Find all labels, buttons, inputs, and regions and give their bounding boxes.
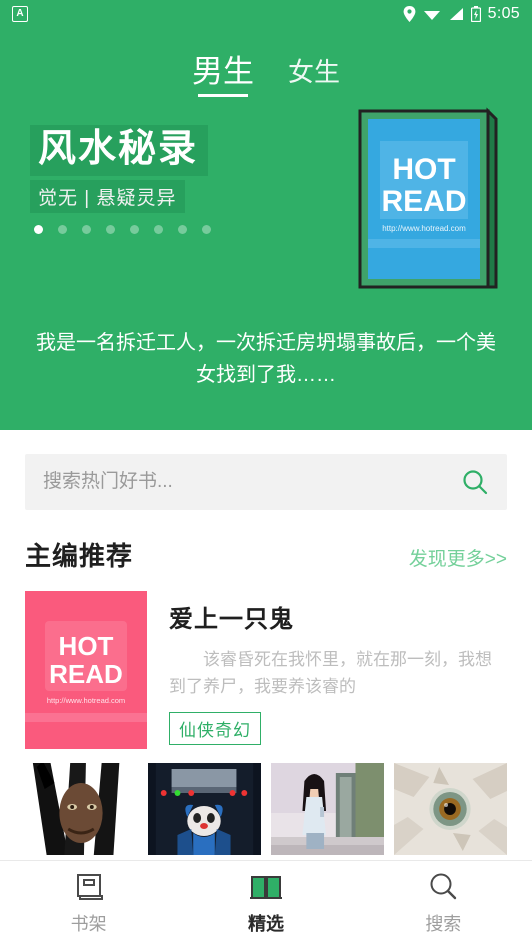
thumbnail-blue-clown-horror-cover[interactable] [148, 763, 261, 855]
hero-body[interactable]: 风水秘录 觉无 | 悬疑灵异 HOT READ http://www.hotre… [0, 99, 532, 386]
featured-book-title: 爱上一只鬼 [169, 606, 294, 633]
thumbnail-girl-on-bridge-cover[interactable] [271, 763, 384, 855]
hero-subtitle: 觉无 | 悬疑灵异 [30, 180, 185, 214]
status-bar-clock: 5:05 [487, 5, 520, 22]
status-bar-left: A [12, 6, 28, 22]
hero-description: 我是一名拆迁工人，一次拆迁房坍塌事故后，一个美女找到了我…… [36, 332, 496, 386]
tab-male[interactable]: 男生 [192, 46, 254, 99]
tab-female[interactable]: 女生 [288, 52, 340, 99]
app-badge-icon: A [12, 6, 28, 22]
tab-female-label: 女生 [287, 57, 340, 87]
nav-item-bookshelf[interactable]: 书架 [0, 861, 177, 944]
search-bar[interactable] [25, 454, 507, 510]
svg-text:READ: READ [49, 659, 123, 689]
carousel-dot[interactable] [58, 225, 67, 235]
nav-item-featured[interactable]: 精选 [177, 861, 354, 944]
search-input[interactable] [43, 471, 461, 493]
carousel-dots[interactable] [30, 225, 211, 235]
bottom-navigation: 书架 精选 搜索 [0, 860, 532, 944]
nav-label-search: 搜索 [425, 913, 462, 934]
location-pin-icon [403, 6, 416, 22]
status-bar: A 5:05 [0, 0, 532, 28]
carousel-dot[interactable] [154, 225, 163, 235]
nav-label-bookshelf: 书架 [70, 913, 107, 934]
hero-text-block: 风水秘录 觉无 | 悬疑灵异 [30, 125, 211, 235]
search-section [0, 430, 532, 510]
bookshelf-icon [73, 870, 105, 904]
featured-book-item[interactable]: HOT READ http://www.hotread.com 爱上一只鬼 该睿… [0, 585, 532, 749]
carousel-dot[interactable] [202, 225, 211, 235]
thumbnail-row [0, 749, 532, 855]
open-book-icon [249, 870, 283, 904]
section-header: 主编推荐 发现更多>> [0, 510, 532, 585]
signal-icon [448, 6, 464, 22]
svg-text:http://www.hotread.com: http://www.hotread.com [382, 224, 466, 233]
search-icon[interactable] [461, 468, 489, 496]
gender-tab-bar: 男生 女生 [0, 28, 532, 99]
svg-text:HOT: HOT [59, 631, 114, 661]
thumbnail-wolverine-claw-face-cover[interactable] [25, 763, 138, 855]
featured-book-info: 爱上一只鬼 该睿昏死在我怀里，就在那一刻，我想到了养尸，我要养该睿的 仙侠奇幻 [169, 591, 507, 749]
battery-icon [470, 6, 481, 22]
hero-title: 风水秘录 [30, 125, 209, 177]
hero-banner: 男生 女生 风水秘录 觉无 | 悬疑灵异 HOT READ http://www… [0, 28, 532, 430]
section-title: 主编推荐 [25, 541, 134, 571]
svg-text:http://www.hotread.com: http://www.hotread.com [47, 696, 125, 705]
search-icon [427, 870, 459, 904]
app-screen: A 5:05 男生 女生 风水秘录 觉无 | 悬疑灵异 HOT READ htt… [0, 0, 532, 944]
carousel-dot[interactable] [106, 225, 115, 235]
svg-text:HOT: HOT [392, 153, 455, 186]
carousel-dot[interactable] [178, 225, 187, 235]
featured-book-cover[interactable]: HOT READ http://www.hotread.com [25, 591, 147, 749]
discover-more-link[interactable]: 发现更多>> [409, 544, 507, 571]
thumbnail-cracked-eye-cover[interactable] [394, 763, 507, 855]
svg-text:READ: READ [381, 185, 466, 218]
wifi-icon [423, 6, 441, 22]
carousel-dot[interactable] [34, 225, 43, 235]
carousel-dot[interactable] [130, 225, 139, 235]
featured-book-description: 该睿昏死在我怀里，就在那一刻，我想到了养尸，我要养该睿的 [169, 650, 492, 697]
featured-book-tag[interactable]: 仙侠奇幻 [169, 712, 261, 746]
hero-book-cover[interactable]: HOT READ http://www.hotread.com [354, 107, 499, 292]
tab-active-underline [197, 94, 248, 97]
nav-item-search[interactable]: 搜索 [355, 861, 532, 944]
status-bar-right: 5:05 [403, 5, 520, 23]
carousel-dot[interactable] [82, 225, 91, 235]
tab-male-label: 男生 [191, 54, 254, 89]
nav-label-featured: 精选 [247, 913, 284, 934]
